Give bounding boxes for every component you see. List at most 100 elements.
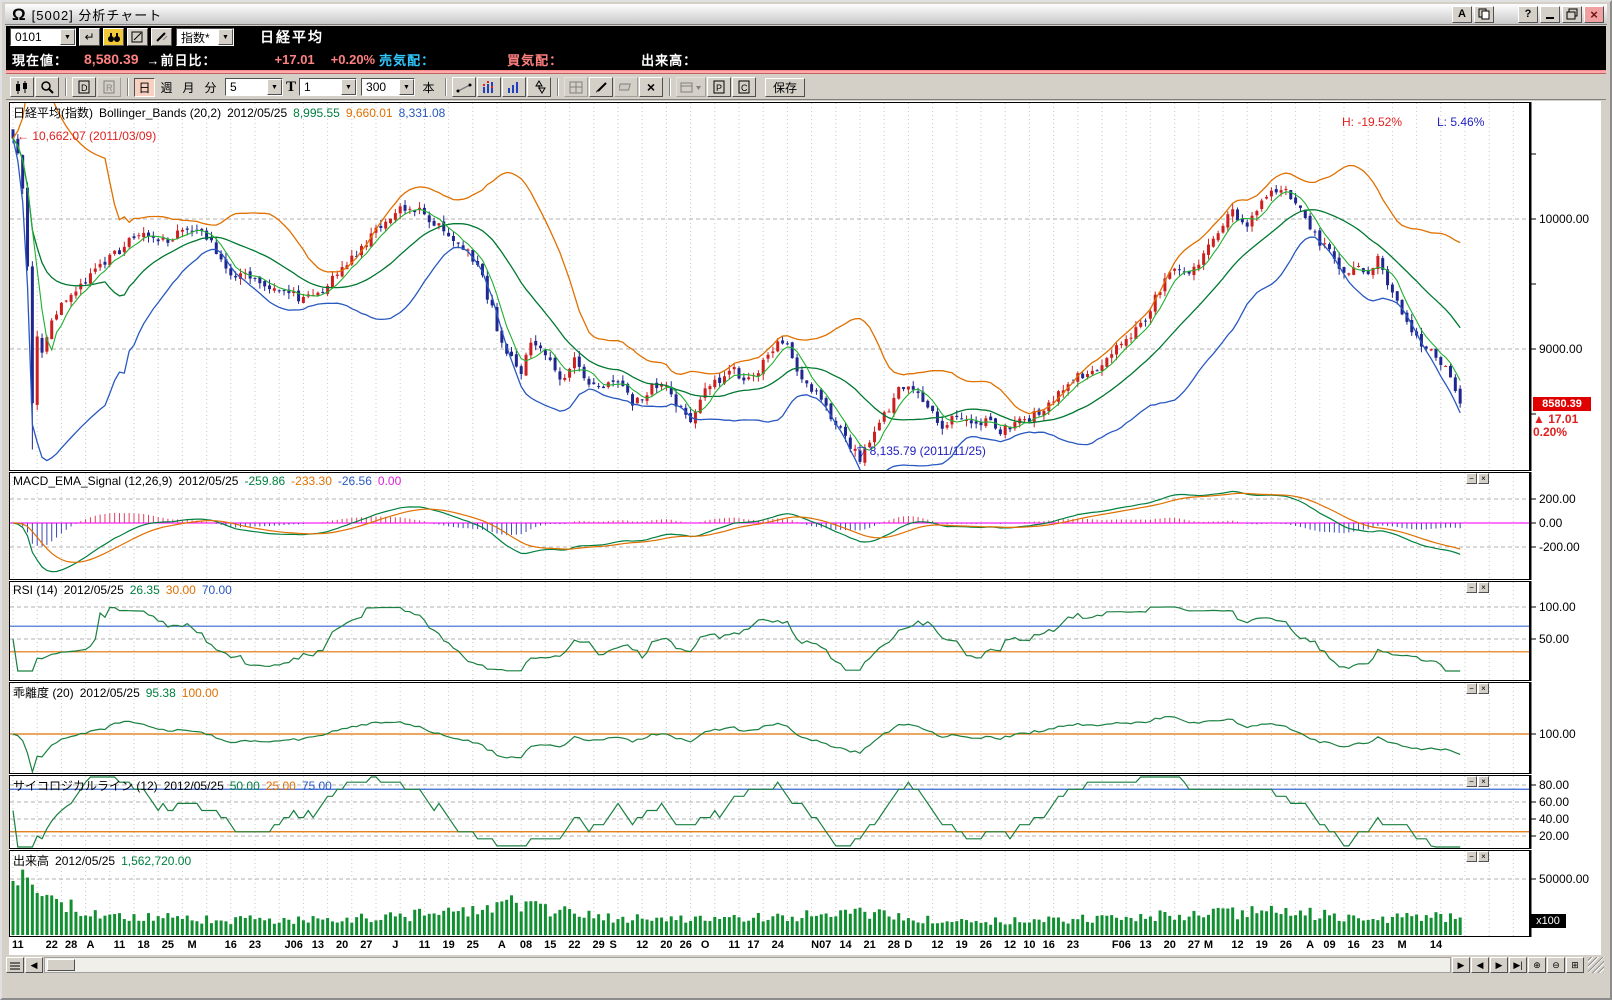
multiplier-combo[interactable]: 1 ▼ bbox=[299, 78, 357, 96]
erase-tool-button[interactable] bbox=[614, 77, 638, 97]
x-axis-label: 28 bbox=[65, 939, 77, 951]
period-minute-button[interactable]: 分 bbox=[200, 78, 221, 97]
indicator-overlay-button[interactable] bbox=[477, 77, 501, 97]
kairi-ref: 100.00 bbox=[182, 686, 219, 700]
x-axis-label: 12 bbox=[1004, 939, 1016, 951]
x-axis-label: 22 bbox=[46, 939, 58, 951]
chevron-down-icon[interactable]: ▼ bbox=[399, 79, 414, 95]
main-indicator-name: Bollinger_Bands (20,2) bbox=[99, 106, 221, 120]
pan-right-button[interactable]: ▶ bbox=[1490, 957, 1508, 973]
symbol-code-combo[interactable]: 0101 ▼ bbox=[10, 28, 76, 46]
scroll-left-button[interactable]: ◀ bbox=[25, 957, 43, 973]
help-button[interactable]: ? bbox=[1518, 6, 1538, 23]
x-axis-label: 11 bbox=[114, 939, 126, 951]
scroll-right-button[interactable]: ▶ bbox=[1452, 957, 1470, 973]
quote-divider bbox=[6, 70, 1606, 74]
bars-unit-button[interactable]: 本 bbox=[418, 78, 439, 97]
zoom-search-button[interactable] bbox=[35, 77, 59, 97]
prev-diff-label: →前日比： bbox=[147, 50, 217, 69]
period-month-button[interactable]: 月 bbox=[178, 78, 199, 97]
rsi-chart[interactable]: 100.0050.00 bbox=[9, 581, 1601, 681]
window-layout-button[interactable] bbox=[676, 77, 706, 97]
chevron-down-icon[interactable]: ▼ bbox=[341, 79, 356, 95]
page-r-button[interactable]: R bbox=[97, 77, 121, 97]
title-bar[interactable]: Ω [5002] 分析チャート A ? × bbox=[5, 4, 1607, 25]
interval-combo[interactable]: 5 ▼ bbox=[225, 78, 283, 96]
copy-page-button[interactable]: C bbox=[732, 77, 756, 97]
x-axis-label: 15 bbox=[544, 939, 556, 951]
bb-lower-value: 8,331.08 bbox=[399, 106, 446, 120]
macd-chart[interactable]: 200.000.00-200.00 bbox=[9, 472, 1601, 580]
panel-minimize-button[interactable]: − bbox=[1466, 473, 1477, 484]
main-price-chart[interactable]: 10000.009000.00 bbox=[9, 102, 1601, 471]
interval-value: 5 bbox=[226, 80, 267, 94]
x-axis-label: J bbox=[392, 939, 398, 951]
x-axis-label: 19 bbox=[956, 939, 968, 951]
svg-text:60.00: 60.00 bbox=[1539, 795, 1569, 809]
x-axis-label: D bbox=[904, 939, 912, 951]
search-binoculars-button[interactable] bbox=[103, 28, 124, 46]
price-tag-pct: 0.20% bbox=[1533, 425, 1567, 439]
scroll-thumb[interactable] bbox=[47, 959, 75, 971]
close-button[interactable]: × bbox=[1584, 6, 1604, 23]
panel-close-button[interactable]: × bbox=[1478, 683, 1489, 694]
panel-close-button[interactable]: × bbox=[1478, 473, 1489, 484]
panel-close-button[interactable]: × bbox=[1478, 776, 1489, 787]
rsi-date: 2012/05/25 bbox=[64, 583, 124, 597]
font-button[interactable]: A bbox=[1452, 6, 1472, 23]
panel-minimize-button[interactable]: − bbox=[1466, 851, 1477, 862]
scroll-track[interactable] bbox=[44, 957, 1451, 973]
period-day-button[interactable]: 日 bbox=[134, 78, 155, 97]
copy-window-button[interactable] bbox=[1474, 6, 1494, 23]
panel-close-button[interactable]: × bbox=[1478, 851, 1489, 862]
candle-chart-button[interactable] bbox=[10, 77, 34, 97]
zoom-in-button[interactable]: ⊕ bbox=[1528, 957, 1546, 973]
draw-tool-button[interactable] bbox=[589, 77, 613, 97]
volume-label: 出来高： bbox=[641, 50, 697, 69]
panel-minimize-button[interactable]: − bbox=[1466, 776, 1477, 787]
print-page-button[interactable]: P bbox=[707, 77, 731, 97]
kairi-chart[interactable]: 100.00 bbox=[9, 682, 1601, 774]
x-axis-label: 27 bbox=[1188, 939, 1200, 951]
psych-header: サイコロジカルライン (12)2012/05/2550.0025.0075.00 bbox=[13, 777, 338, 794]
x-axis-label: 17 bbox=[747, 939, 759, 951]
copy-icon bbox=[1478, 8, 1490, 20]
chevron-down-icon[interactable]: ▼ bbox=[60, 29, 75, 45]
trendline-tool-button[interactable] bbox=[452, 77, 476, 97]
market-category-combo[interactable]: 指数* ▼ bbox=[176, 28, 234, 46]
grid-toggle-button[interactable]: ⊞ bbox=[1566, 957, 1584, 973]
svg-text:R: R bbox=[106, 83, 113, 93]
panel-close-button[interactable]: × bbox=[1478, 582, 1489, 593]
bar-count-combo[interactable]: 300 ▼ bbox=[361, 78, 415, 96]
delete-all-button[interactable]: × bbox=[639, 77, 663, 97]
minimize-button[interactable] bbox=[1540, 6, 1560, 23]
pan-left-button[interactable]: ◀ bbox=[1471, 957, 1489, 973]
memo-button[interactable] bbox=[127, 28, 148, 46]
scroll-lines-button[interactable] bbox=[6, 957, 24, 973]
zoom-out-button[interactable]: ⊖ bbox=[1547, 957, 1565, 973]
volume-chart[interactable]: 50000.00 bbox=[9, 850, 1601, 937]
go-to-end-button[interactable]: ▶| bbox=[1509, 957, 1527, 973]
bid-label: 買気配： bbox=[507, 50, 563, 69]
panel-minimize-button[interactable]: − bbox=[1466, 683, 1477, 694]
clear-drawing-button[interactable] bbox=[151, 28, 172, 46]
period-week-button[interactable]: 週 bbox=[156, 78, 177, 97]
enter-button[interactable]: ↵ bbox=[79, 28, 100, 46]
oscillator-panel-button[interactable] bbox=[502, 77, 526, 97]
grid-tool-button[interactable] bbox=[564, 77, 588, 97]
toolbar-separator bbox=[65, 78, 67, 96]
panel-minimize-button[interactable]: − bbox=[1466, 582, 1477, 593]
scale-adjust-button[interactable] bbox=[527, 77, 551, 97]
macd-signal-value: -233.30 bbox=[291, 474, 332, 488]
chevron-down-icon[interactable]: ▼ bbox=[218, 29, 233, 45]
chevron-down-icon[interactable]: ▼ bbox=[267, 79, 282, 95]
kairi-date: 2012/05/25 bbox=[80, 686, 140, 700]
page-d-button[interactable]: D bbox=[72, 77, 96, 97]
current-price-value: 8,580.39 bbox=[84, 51, 139, 67]
resize-grip[interactable] bbox=[1588, 957, 1604, 973]
save-button[interactable]: 保存 bbox=[765, 78, 805, 97]
svg-text:20.00: 20.00 bbox=[1539, 829, 1569, 843]
macd-value: -259.86 bbox=[244, 474, 285, 488]
restore-button[interactable] bbox=[1562, 6, 1582, 23]
psych-value: 50.00 bbox=[230, 779, 260, 793]
